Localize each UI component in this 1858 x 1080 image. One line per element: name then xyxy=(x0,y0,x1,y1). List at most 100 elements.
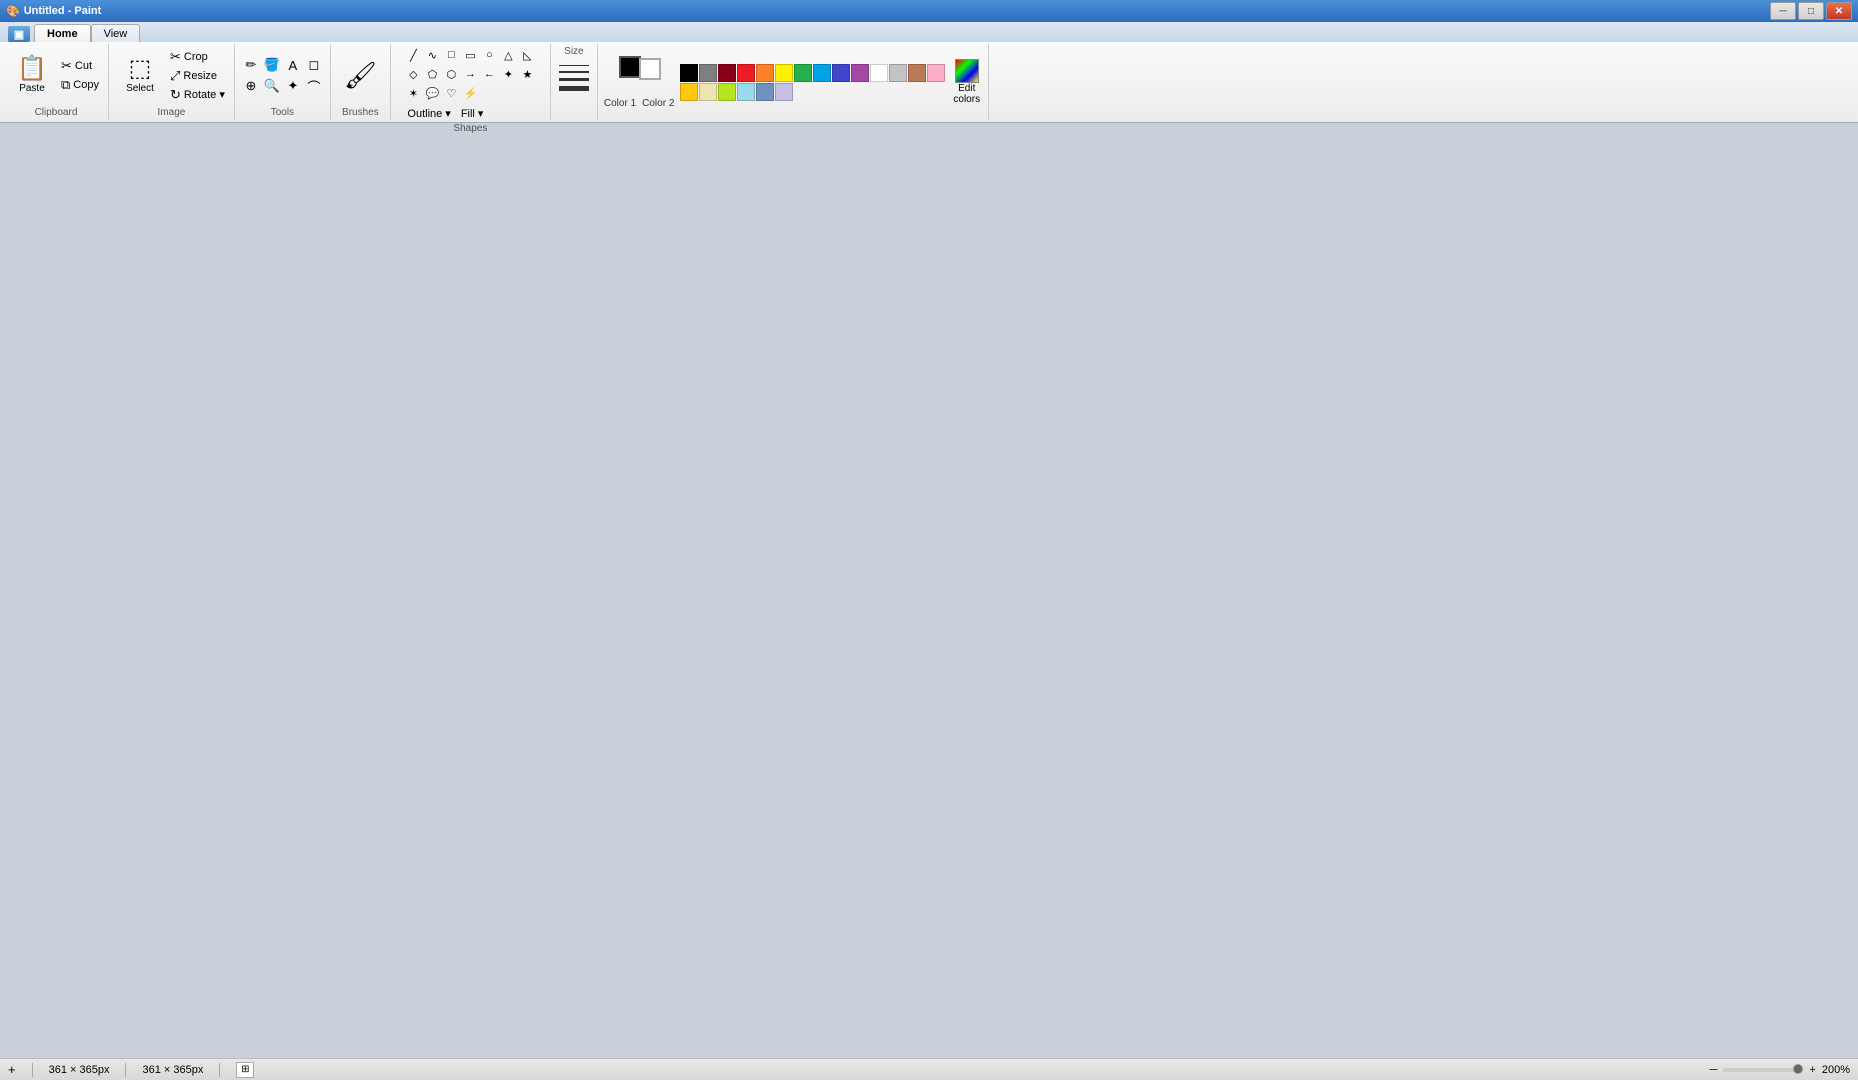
palette-color-11[interactable] xyxy=(889,64,907,82)
page-indicator[interactable]: ⊞ xyxy=(236,1062,254,1078)
shape-diamond[interactable]: ◇ xyxy=(404,65,422,83)
rotate-icon: ↻ xyxy=(170,87,181,103)
palette-color-19[interactable] xyxy=(775,83,793,101)
palette-color-4[interactable] xyxy=(756,64,774,82)
palette-color-8[interactable] xyxy=(832,64,850,82)
rotate-button[interactable]: ↻ Rotate ▾ xyxy=(167,86,228,104)
resize-button[interactable]: ⤢ Resize xyxy=(167,67,228,85)
shapes-group-label: Shapes xyxy=(453,123,487,134)
minimize-button[interactable]: ─ xyxy=(1770,2,1796,20)
palette-color-14[interactable] xyxy=(680,83,698,101)
cut-button[interactable]: ✂ Cut xyxy=(58,57,102,75)
colorpick-tool[interactable]: ⊕ xyxy=(241,76,261,96)
home-orb[interactable]: ▣ xyxy=(8,26,30,42)
shape-rect[interactable]: □ xyxy=(442,46,460,64)
tools-grid: ✏ 🪣 A ◻ ⊕ 🔍 ✦ ⌒ xyxy=(241,55,324,96)
fill-shape-button[interactable]: Fill ▾ xyxy=(458,106,487,121)
edit-colors-button[interactable]: Edit colors xyxy=(951,57,982,107)
color1-label: Color 1 xyxy=(604,98,636,109)
outline-button[interactable]: Outline ▾ xyxy=(404,106,453,121)
size-group-label: Size xyxy=(564,46,583,57)
palette-color-15[interactable] xyxy=(699,83,717,101)
palette-color-9[interactable] xyxy=(851,64,869,82)
eraser-tool[interactable]: ◻ xyxy=(304,55,324,75)
palette-color-2[interactable] xyxy=(718,64,736,82)
zoom-in-btn[interactable]: + xyxy=(1809,1064,1815,1076)
palette-color-1[interactable] xyxy=(699,64,717,82)
palette-color-17[interactable] xyxy=(737,83,755,101)
crop-button[interactable]: ✂ Crop xyxy=(167,48,228,66)
brushes-icon[interactable]: 🖌 xyxy=(339,55,381,97)
curve-tool[interactable]: ⌒ xyxy=(304,76,324,96)
zoom-slider[interactable] xyxy=(1723,1068,1803,1072)
shape-lightning[interactable]: ⚡ xyxy=(461,84,479,102)
color2-swatch[interactable] xyxy=(639,58,661,80)
shapes-content: ╱ ∿ □ ▭ ○ △ ◺ ◇ ⬠ ⬡ → ← ✦ ★ ✶ 💬 ♡ xyxy=(404,46,536,121)
palette-color-18[interactable] xyxy=(756,83,774,101)
shape-curve[interactable]: ∿ xyxy=(423,46,441,64)
color1-swatch[interactable] xyxy=(619,56,641,78)
fill-label: Fill ▾ xyxy=(461,107,484,120)
shape-callout[interactable]: 💬 xyxy=(423,84,441,102)
dimensions1: 361 × 365px xyxy=(49,1064,110,1076)
palette-color-13[interactable] xyxy=(927,64,945,82)
shape-ellipse[interactable]: ○ xyxy=(480,46,498,64)
shape-hexagon[interactable]: ⬡ xyxy=(442,65,460,83)
palette-color-0[interactable] xyxy=(680,64,698,82)
shape-star6[interactable]: ✶ xyxy=(404,84,422,102)
shape-star5[interactable]: ★ xyxy=(518,65,536,83)
ribbon-group-brushes: 🖌 Brushes xyxy=(331,44,391,120)
shape-pentagon[interactable]: ⬠ xyxy=(423,65,441,83)
size-line-4[interactable] xyxy=(559,86,589,91)
edit-colors-label: Edit colors xyxy=(953,83,980,105)
shape-rrtriangle[interactable]: ◺ xyxy=(518,46,536,64)
size-line-1[interactable] xyxy=(559,65,589,66)
shape-star4[interactable]: ✦ xyxy=(499,65,517,83)
image-content: ⬚ Select ✂ Crop ⤢ Resize ↻ Rotate ▾ xyxy=(115,46,228,105)
close-button[interactable]: ✕ xyxy=(1826,2,1852,20)
text-tool[interactable]: A xyxy=(283,55,303,75)
tab-view[interactable]: View xyxy=(91,24,141,42)
title-bar-left: 🎨 Untitled - Paint xyxy=(6,5,101,18)
ribbon-group-colors: Color 1 Color 2 Edit colors Colors xyxy=(598,44,989,120)
color-palette xyxy=(680,64,945,101)
select-button[interactable]: ⬚ Select xyxy=(115,47,165,105)
shape-arrow-r[interactable]: → xyxy=(461,65,479,83)
palette-color-3[interactable] xyxy=(737,64,755,82)
fill-tool[interactable]: 🪣 xyxy=(262,55,282,75)
size-line-2[interactable] xyxy=(559,71,589,73)
app-title: Untitled - Paint xyxy=(24,5,102,17)
pencil-tool[interactable]: ✏ xyxy=(241,55,261,75)
shape-triangle[interactable]: △ xyxy=(499,46,517,64)
cut-copy-column: ✂ Cut ⧉ Copy xyxy=(58,57,102,94)
magnify-tool[interactable]: 🔍 xyxy=(262,76,282,96)
ribbon-tabs: ▣ Home View xyxy=(0,22,1858,42)
airbrush-tool[interactable]: ✦ xyxy=(283,76,303,96)
palette-color-10[interactable] xyxy=(870,64,888,82)
ribbon-group-tools: ✏ 🪣 A ◻ ⊕ 🔍 ✦ ⌒ Tools xyxy=(235,44,331,120)
paste-button[interactable]: 📋 Paste xyxy=(10,47,54,105)
tab-home[interactable]: Home xyxy=(34,24,91,42)
tools-group-label: Tools xyxy=(271,107,294,118)
color2-label: Color 2 xyxy=(642,98,674,109)
zoom-out-btn[interactable]: ─ xyxy=(1710,1064,1718,1076)
palette-color-7[interactable] xyxy=(813,64,831,82)
shape-roundrect[interactable]: ▭ xyxy=(461,46,479,64)
status-zoom: ─ + 200% xyxy=(1710,1064,1850,1076)
sep2 xyxy=(125,1063,126,1077)
brushes-group-label: Brushes xyxy=(342,107,379,118)
palette-color-16[interactable] xyxy=(718,83,736,101)
shape-line[interactable]: ╱ xyxy=(404,46,422,64)
palette-color-6[interactable] xyxy=(794,64,812,82)
size-line-3[interactable] xyxy=(559,78,589,81)
app-icon: 🎨 xyxy=(6,5,20,18)
shape-heart[interactable]: ♡ xyxy=(442,84,460,102)
add-icon: + xyxy=(8,1062,16,1077)
copy-button[interactable]: ⧉ Copy xyxy=(58,76,102,94)
maximize-button[interactable]: □ xyxy=(1798,2,1824,20)
palette-color-12[interactable] xyxy=(908,64,926,82)
palette-color-5[interactable] xyxy=(775,64,793,82)
copy-label: Copy xyxy=(73,79,99,91)
image-btns-column: ✂ Crop ⤢ Resize ↻ Rotate ▾ xyxy=(167,48,228,104)
shape-arrow-l[interactable]: ← xyxy=(480,65,498,83)
